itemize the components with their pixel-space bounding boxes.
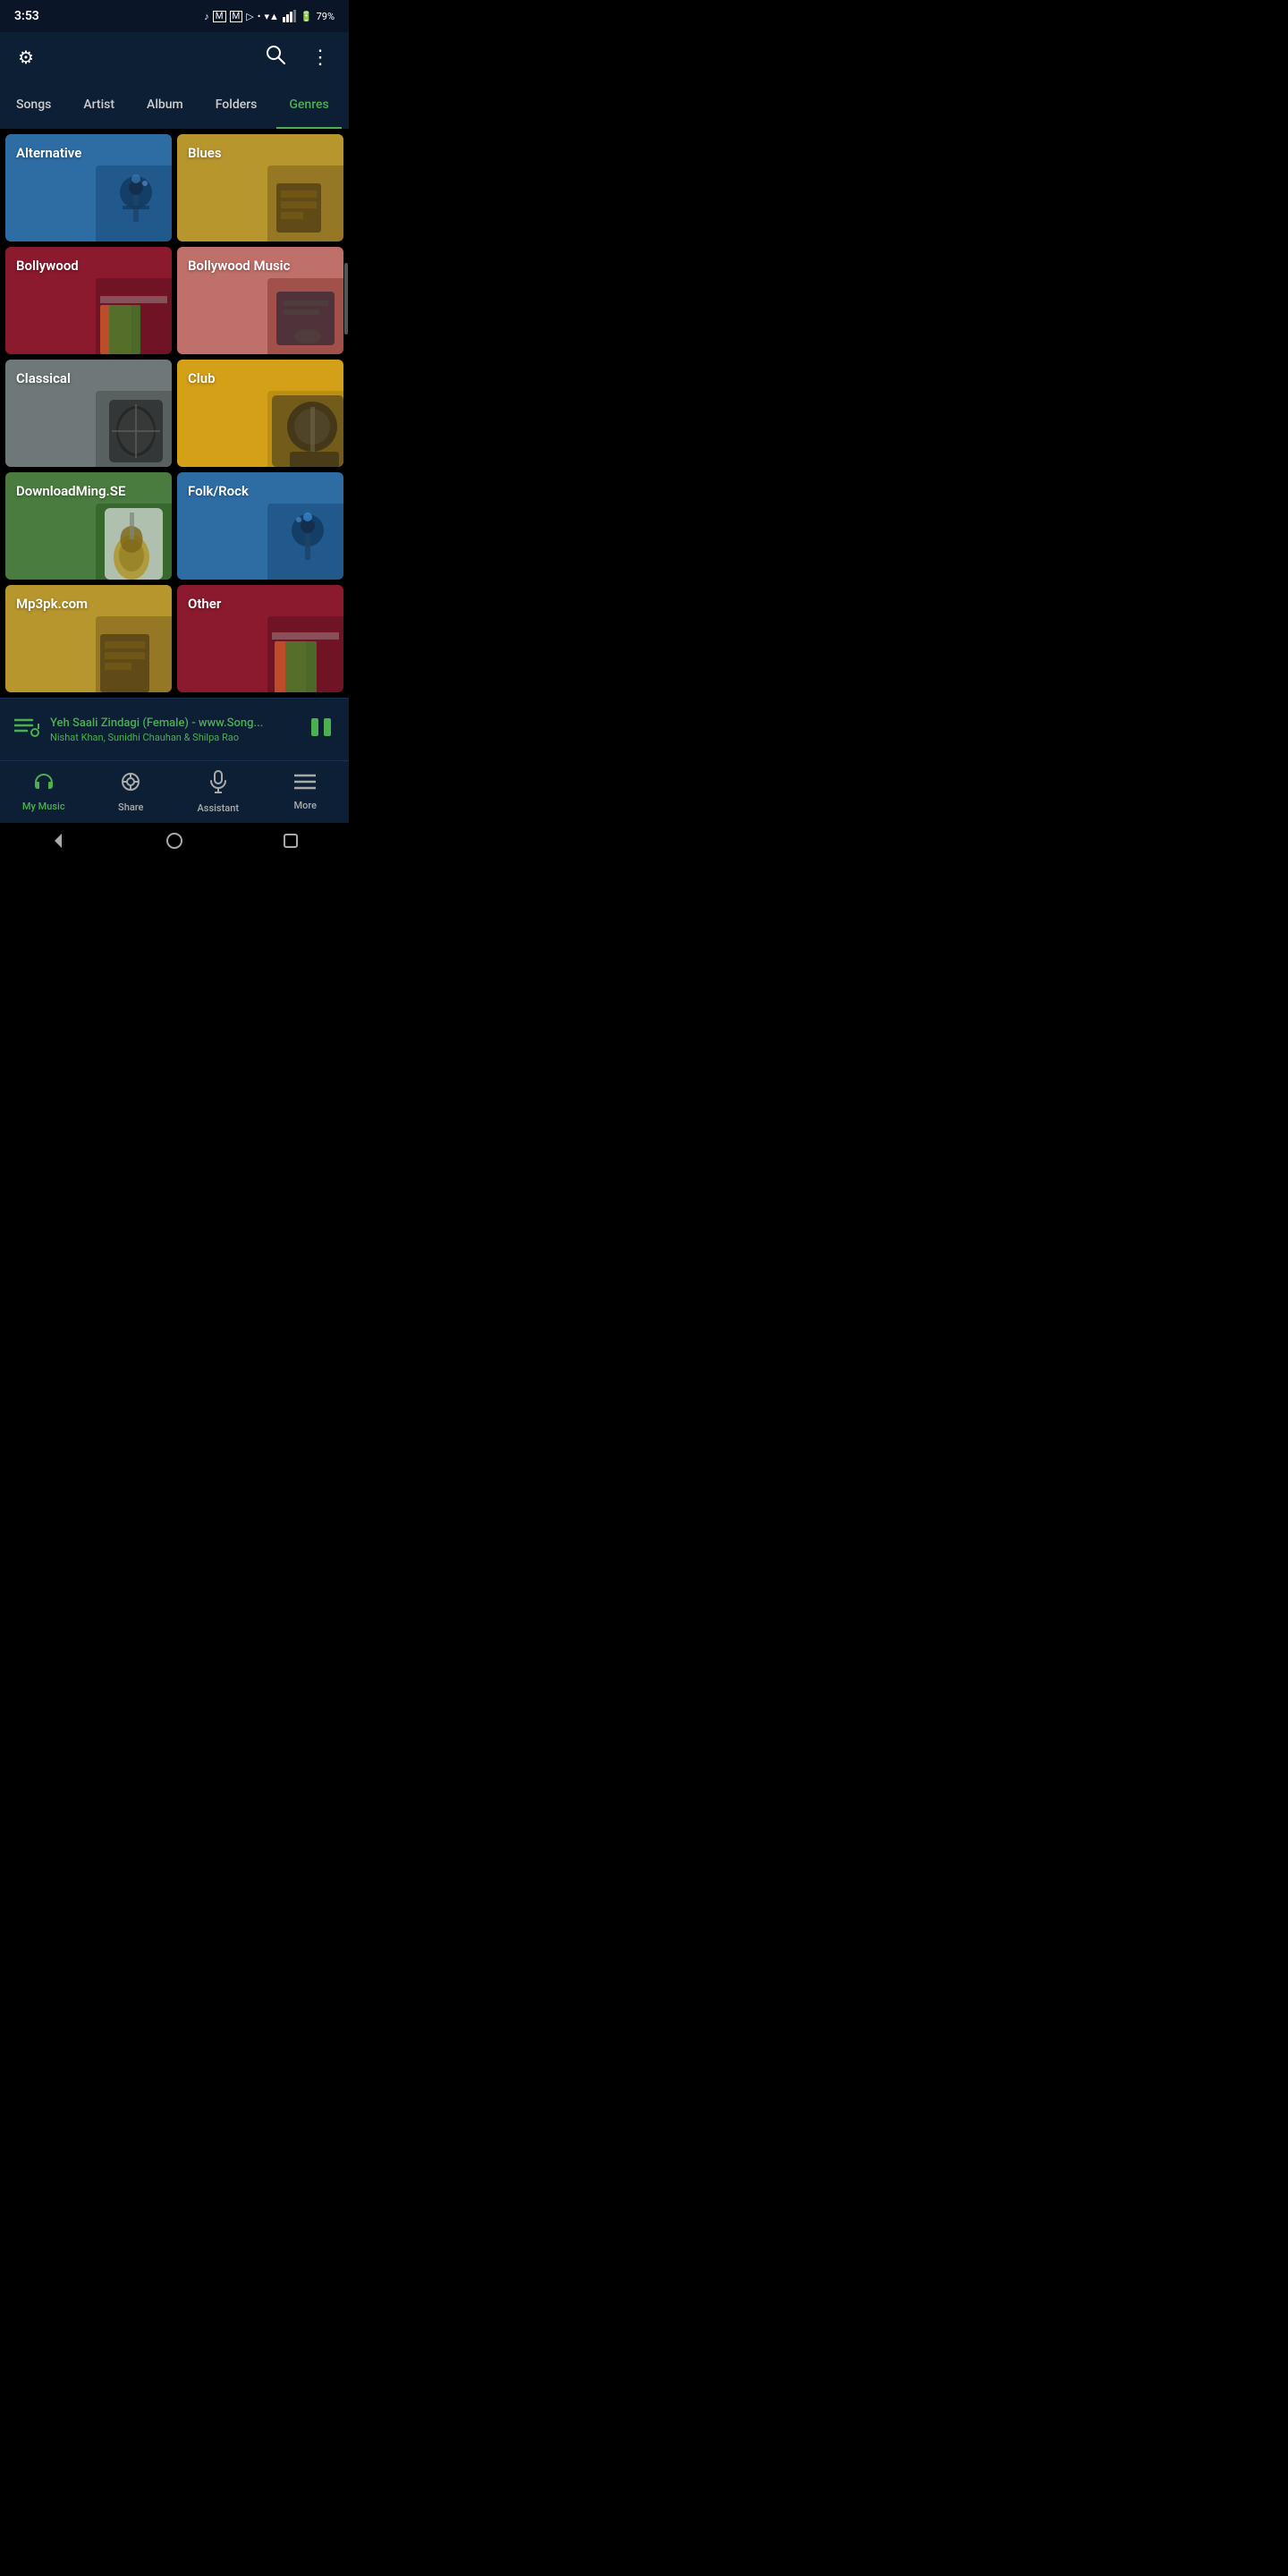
genre-img-folk-rock (267, 504, 343, 580)
genre-card-classical[interactable]: Classical (5, 360, 172, 467)
menu-icon (294, 773, 316, 796)
app-icon-m2: M (230, 11, 243, 22)
top-bar-right: ⋮ (262, 41, 335, 73)
genre-card-bollywood-music[interactable]: Bollywood Music (177, 247, 343, 354)
recents-button[interactable] (280, 830, 301, 852)
status-bar: 3:53 ♪ M M ▷ • ▾▲ 🔋 79% (0, 0, 349, 32)
home-button[interactable] (164, 830, 185, 852)
dot-icon: • (258, 11, 261, 22)
nav-my-music-label: My Music (22, 801, 65, 812)
tab-genres[interactable]: Genres (276, 82, 341, 129)
music-icon: ♪ (204, 11, 209, 22)
mic-icon (208, 770, 228, 799)
genre-img-club (267, 391, 343, 467)
now-playing-pause-button[interactable] (309, 716, 335, 743)
genre-img-other (267, 616, 343, 692)
settings-icon: ⚙ (18, 48, 34, 68)
wifi-icon: ▾▲ (264, 11, 278, 22)
genre-card-club[interactable]: Club (177, 360, 343, 467)
nav-assistant[interactable]: Assistant (174, 763, 262, 821)
now-playing-artist: Nishat Khan, Sunidhi Chauhan & Shilpa Ra… (50, 732, 299, 743)
genre-img-classical (96, 391, 172, 467)
now-playing-info: Yeh Saali Zindagi (Female) - www.Song...… (50, 716, 299, 743)
scroll-track (344, 263, 348, 335)
genre-img-downloadming (96, 504, 172, 580)
search-icon (266, 45, 285, 64)
genre-card-downloadming[interactable]: DownloadMing.SE (5, 472, 172, 580)
play-icon: ▷ (246, 11, 253, 22)
genre-card-other[interactable]: Other (177, 585, 343, 692)
genre-img-bollywood-music (267, 278, 343, 354)
tab-songs[interactable]: Songs (4, 82, 64, 129)
signal-icon (283, 10, 297, 22)
genre-card-bollywood[interactable]: Bollywood (5, 247, 172, 354)
genre-card-folk-rock[interactable]: Folk/Rock (177, 472, 343, 580)
tab-artist[interactable]: Artist (71, 82, 127, 129)
status-time: 3:53 (14, 9, 39, 23)
genre-img-bollywood (96, 278, 172, 354)
genre-img-mp3pk (96, 616, 172, 692)
tab-album[interactable]: Album (134, 82, 196, 129)
tabs-bar: Songs Artist Album Folders Genres (0, 82, 349, 129)
nav-my-music[interactable]: My Music (0, 765, 88, 819)
genre-card-mp3pk[interactable]: Mp3pk.com (5, 585, 172, 692)
back-button[interactable] (47, 830, 69, 852)
three-dots-icon: ⋮ (310, 46, 331, 68)
share-icon (120, 771, 141, 798)
genre-card-alternative[interactable]: Alternative (5, 134, 172, 242)
nav-assistant-label: Assistant (198, 802, 239, 814)
nav-share[interactable]: Share (88, 764, 175, 820)
genre-img-alternative (96, 165, 172, 242)
genre-card-blues[interactable]: Blues (177, 134, 343, 242)
nav-more-label: More (293, 800, 317, 811)
nav-more[interactable]: More (262, 766, 350, 818)
tab-folders[interactable]: Folders (203, 82, 270, 129)
top-bar: ⚙ ⋮ (0, 32, 349, 82)
search-button[interactable] (262, 41, 289, 73)
bottom-nav: My Music Share Assistant (0, 760, 349, 823)
nav-share-label: Share (118, 801, 143, 813)
settings-button[interactable]: ⚙ (14, 43, 38, 72)
headphones-icon (32, 772, 55, 797)
more-options-button[interactable]: ⋮ (307, 42, 335, 72)
battery-icon: 🔋 (301, 11, 313, 22)
battery-pct: 79% (317, 11, 335, 22)
now-playing-title: Yeh Saali Zindagi (Female) - www.Song... (50, 716, 299, 730)
system-nav (0, 823, 349, 859)
now-playing-queue-icon (14, 716, 39, 743)
app-icon-m1: M (213, 11, 226, 22)
genre-grid: Alternative Blues Bollywood (0, 129, 349, 698)
status-icons: ♪ M M ▷ • ▾▲ 🔋 79% (204, 10, 335, 22)
now-playing-bar[interactable]: Yeh Saali Zindagi (Female) - www.Song...… (0, 698, 349, 760)
genre-img-blues (267, 165, 343, 242)
